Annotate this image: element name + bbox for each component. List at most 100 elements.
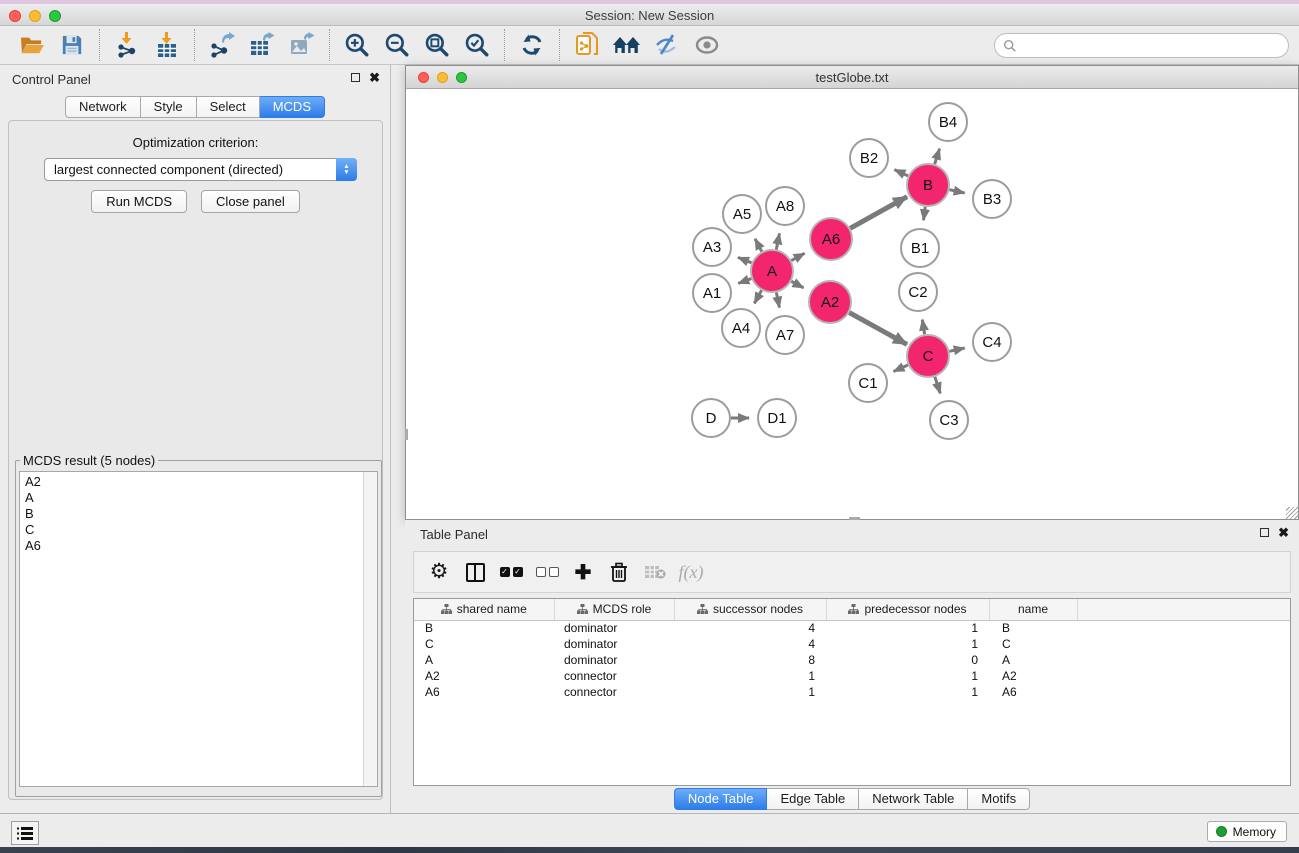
float-panel-icon[interactable] xyxy=(351,73,360,82)
graph-node-A2[interactable]: A2 xyxy=(809,281,851,323)
graph-node-A5[interactable]: A5 xyxy=(723,195,761,233)
graph-node-A1[interactable]: A1 xyxy=(693,274,731,312)
deselect-all-button[interactable] xyxy=(534,559,560,585)
result-list-scrollbar[interactable] xyxy=(363,472,377,786)
graph-node-C1[interactable]: C1 xyxy=(849,364,887,402)
graph-node-C4[interactable]: C4 xyxy=(973,323,1011,361)
graph-node-A6[interactable]: A6 xyxy=(810,218,852,260)
zoom-fit-button[interactable] xyxy=(422,30,452,60)
list-item[interactable]: C xyxy=(25,522,377,538)
network-canvas[interactable]: B4 B2 B B3 A5A8A6 A3 B1 A A1 C2 A2 A4A7 C4 C C1 C3 D D1 xyxy=(406,89,1298,519)
graph-node-C[interactable]: C xyxy=(907,335,949,377)
open-file-button[interactable] xyxy=(17,30,47,60)
graph-edge-A-A7[interactable] xyxy=(776,293,779,308)
graph-edge-A-A8[interactable] xyxy=(776,233,779,249)
delete-table-button[interactable] xyxy=(642,559,668,585)
function-builder-button[interactable]: f(x) xyxy=(678,559,704,585)
graph-edge-A-A4[interactable] xyxy=(754,290,761,303)
column-header-shared-name[interactable]: shared name xyxy=(414,599,554,620)
column-header-MCDS-role[interactable]: MCDS role xyxy=(554,599,674,620)
graph-edge-A-A5[interactable] xyxy=(755,239,762,252)
window-resize-handle-corner[interactable] xyxy=(1286,507,1298,519)
graph-edge-A-A6[interactable] xyxy=(791,253,804,260)
graph-edge-C-C1[interactable] xyxy=(894,365,908,371)
mcds-result-list[interactable]: A2ABCA6 xyxy=(19,471,378,787)
graph-edge-C-C4[interactable] xyxy=(949,348,964,351)
zoom-selected-button[interactable] xyxy=(462,30,492,60)
graph-edge-A-A3[interactable] xyxy=(738,257,752,262)
window-resize-handle-left[interactable] xyxy=(405,429,408,440)
graph-node-A4[interactable]: A4 xyxy=(722,309,760,347)
memory-button[interactable]: Memory xyxy=(1207,821,1287,842)
run-mcds-button[interactable]: Run MCDS xyxy=(91,190,187,213)
zoom-out-button[interactable] xyxy=(382,30,412,60)
tab-node-table[interactable]: Node Table xyxy=(674,788,768,810)
home-button[interactable] xyxy=(612,30,642,60)
save-session-button[interactable] xyxy=(57,30,87,60)
task-history-button[interactable] xyxy=(11,821,39,845)
graph-edge-C-C3[interactable] xyxy=(935,377,940,393)
graph-node-A8[interactable]: A8 xyxy=(766,187,804,225)
table-settings-button[interactable]: ⚙ xyxy=(426,559,452,585)
graph-edge-B-B3[interactable] xyxy=(949,190,964,193)
table-row[interactable]: A2connector11A2 xyxy=(414,668,1291,684)
float-table-panel-icon[interactable] xyxy=(1260,528,1269,537)
graph-node-B2[interactable]: B2 xyxy=(850,139,888,177)
graph-edge-A-A1[interactable] xyxy=(738,279,751,284)
graph-node-C2[interactable]: C2 xyxy=(899,273,937,311)
column-header-successor-nodes[interactable]: successor nodes xyxy=(674,599,826,620)
table-row[interactable]: Adominator80A xyxy=(414,652,1291,668)
tab-select[interactable]: Select xyxy=(197,96,260,118)
import-network-button[interactable] xyxy=(112,30,142,60)
column-header-name[interactable]: name xyxy=(989,599,1077,620)
tab-edge-table[interactable]: Edge Table xyxy=(767,788,859,810)
graph-edge-A-A2[interactable] xyxy=(791,281,803,287)
export-image-button[interactable] xyxy=(287,30,317,60)
export-network-button[interactable] xyxy=(207,30,237,60)
criterion-dropdown[interactable]: largest connected component (directed) ▲… xyxy=(44,158,357,181)
list-item[interactable]: B xyxy=(25,506,377,522)
graph-node-A7[interactable]: A7 xyxy=(766,316,804,354)
graph-node-B4[interactable]: B4 xyxy=(929,103,967,141)
list-item[interactable]: A2 xyxy=(25,474,377,490)
graph-node-A[interactable]: A xyxy=(751,250,793,292)
graph-node-D1[interactable]: D1 xyxy=(758,399,796,437)
show-button[interactable] xyxy=(692,30,722,60)
graph-node-B1[interactable]: B1 xyxy=(901,229,939,267)
search-box[interactable] xyxy=(994,33,1289,58)
zoom-in-button[interactable] xyxy=(342,30,372,60)
network-window-titlebar[interactable]: testGlobe.txt xyxy=(406,66,1298,89)
graph-edge-A6-B[interactable] xyxy=(850,197,907,229)
close-panel-button[interactable]: Close panel xyxy=(201,190,300,213)
hide-button[interactable] xyxy=(652,30,682,60)
list-item[interactable]: A xyxy=(25,490,377,506)
refresh-button[interactable] xyxy=(517,30,547,60)
graph-node-B[interactable]: B xyxy=(907,164,949,206)
graph-edge-B-B4[interactable] xyxy=(935,149,940,164)
list-item[interactable]: A6 xyxy=(25,538,377,554)
close-panel-icon[interactable]: ✖ xyxy=(369,72,380,83)
tab-motifs[interactable]: Motifs xyxy=(968,788,1030,810)
table-row[interactable]: Cdominator41C xyxy=(414,636,1291,652)
export-table-button[interactable] xyxy=(247,30,277,60)
graph-node-C3[interactable]: C3 xyxy=(930,401,968,439)
graph-edge-A2-C[interactable] xyxy=(849,313,907,345)
table-columns-button[interactable] xyxy=(462,559,488,585)
tab-mcds[interactable]: MCDS xyxy=(260,96,325,118)
graph-node-D[interactable]: D xyxy=(692,399,730,437)
graph-node-B3[interactable]: B3 xyxy=(973,180,1011,218)
table-row[interactable]: A6connector11A6 xyxy=(414,684,1291,700)
graph-edge-B-B1[interactable] xyxy=(924,207,926,220)
tab-network-table[interactable]: Network Table xyxy=(859,788,968,810)
graph-edge-C-C2[interactable] xyxy=(922,320,924,335)
graph-node-A3[interactable]: A3 xyxy=(693,228,731,266)
new-network-button[interactable] xyxy=(572,30,602,60)
tab-style[interactable]: Style xyxy=(141,96,197,118)
table-row[interactable]: Bdominator41B xyxy=(414,620,1291,636)
column-header-predecessor-nodes[interactable]: predecessor nodes xyxy=(826,599,989,620)
delete-column-button[interactable] xyxy=(606,559,632,585)
select-all-button[interactable]: ✓✓ xyxy=(498,559,524,585)
tab-network[interactable]: Network xyxy=(65,96,141,118)
close-table-panel-icon[interactable]: ✖ xyxy=(1278,527,1289,538)
search-input[interactable] xyxy=(1017,38,1288,53)
